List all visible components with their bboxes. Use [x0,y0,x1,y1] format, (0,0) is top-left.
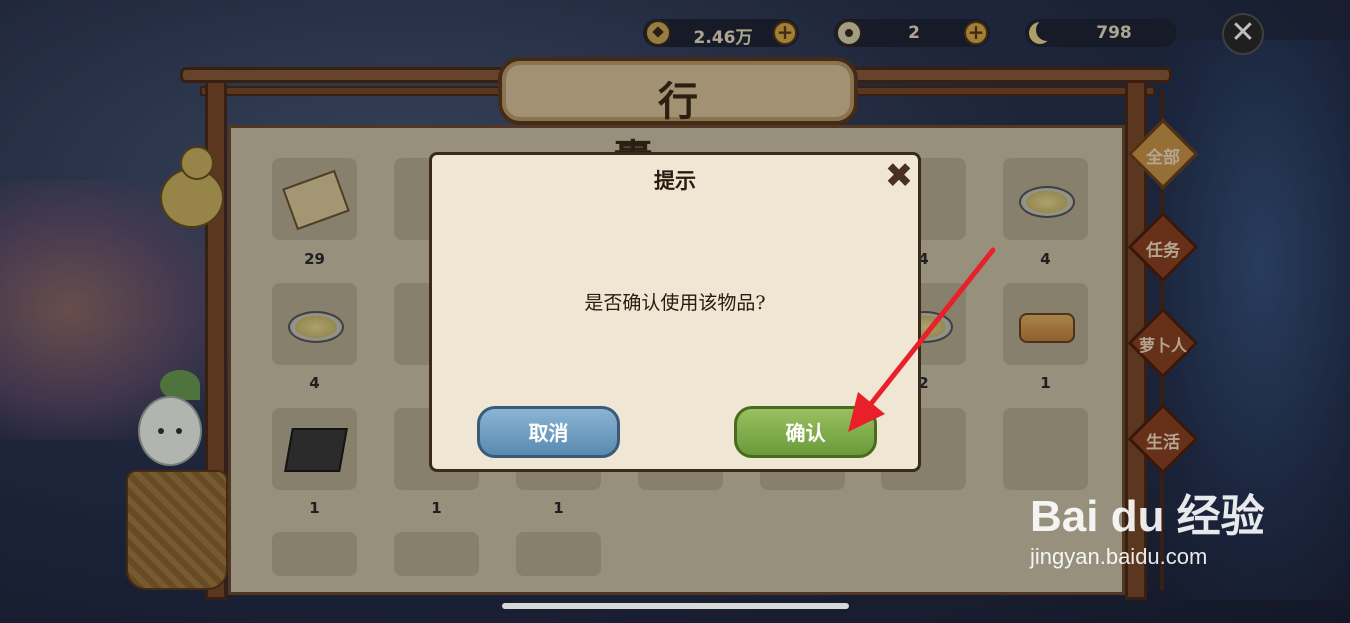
close-icon[interactable]: ✖ [884,159,914,193]
cancel-button[interactable]: 取消 [477,406,620,458]
dialog-title: 提示 [654,169,696,193]
watermark-logo: Bai du 经验 [1030,492,1265,541]
dialog-message: 是否确认使用该物品? [584,292,766,314]
home-indicator[interactable] [502,603,849,609]
watermark-url: jingyan.baidu.com [1030,544,1208,569]
confirm-button[interactable]: 确认 [734,406,877,458]
confirm-dialog: 提示 ✖ 是否确认使用该物品? 取消 确认 [429,152,921,472]
baidu-watermark: Bai du 经验 jingyan.baidu.com [1030,480,1265,570]
